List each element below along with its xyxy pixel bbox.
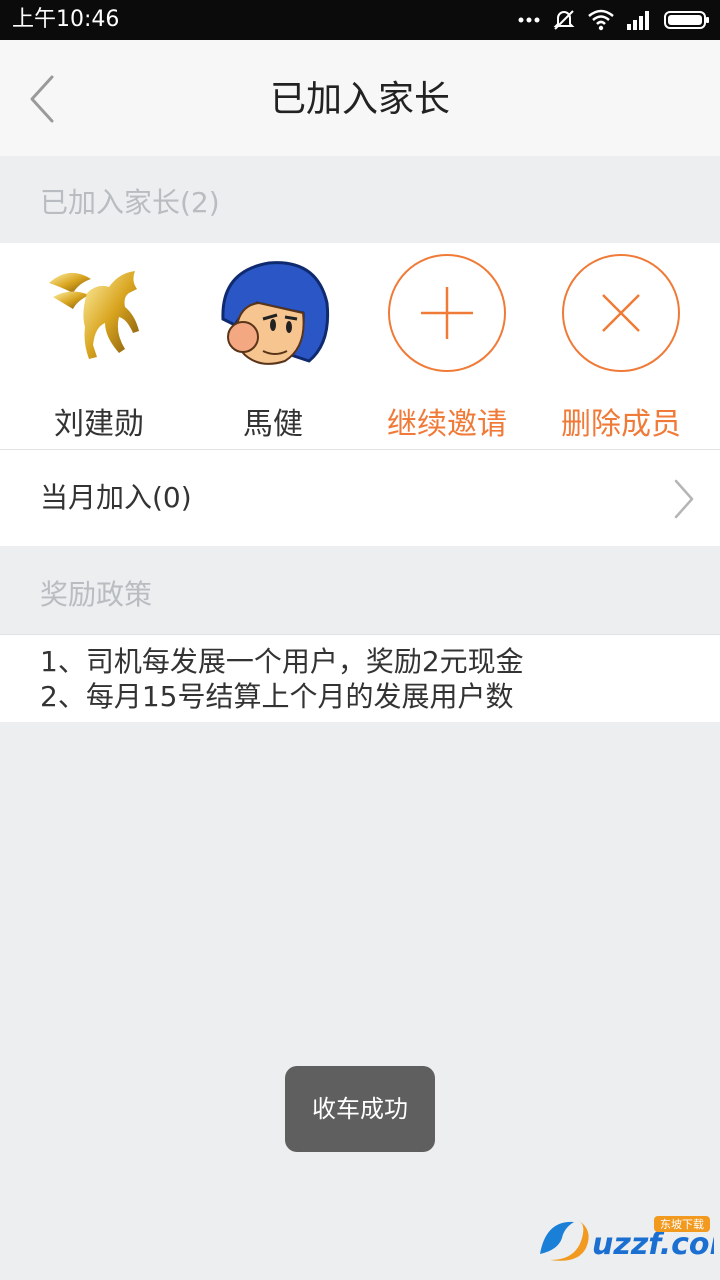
policy-line: 1、司机每发展一个用户，奖励2元现金 <box>40 645 524 678</box>
joined-this-month-label: 当月加入(0) <box>40 481 192 514</box>
svg-text:uzzf.com: uzzf.com <box>592 1227 714 1262</box>
member-item[interactable]: 馬健 <box>188 243 358 449</box>
invite-button[interactable]: 继续邀请 <box>362 243 532 449</box>
svg-text:东坡下载: 东坡下载 <box>660 1218 704 1231</box>
watermark-logo: uzzf.com 东坡下载 <box>536 1214 720 1266</box>
chevron-right-icon <box>674 479 694 519</box>
member-name: 刘建勋 <box>54 407 144 442</box>
remove-member-button[interactable]: 删除成员 <box>536 243 706 449</box>
more-dots-icon <box>518 17 540 23</box>
member-item[interactable]: 刘建勋 <box>14 243 184 449</box>
plus-circle-icon <box>387 253 507 373</box>
members-grid: 刘建勋 馬健 继续邀请 删除成员 <box>0 243 720 449</box>
policy-line: 2、每月15号结算上个月的发展用户数 <box>40 680 514 713</box>
toast-message: 收车成功 <box>285 1066 435 1152</box>
joined-this-month-row[interactable]: 当月加入(0) <box>0 450 720 546</box>
battery-icon <box>664 11 709 29</box>
close-circle-icon <box>561 253 681 373</box>
cartoon-face-avatar <box>213 253 333 373</box>
status-icons <box>518 0 710 40</box>
status-bar: 上午10:46 <box>0 0 720 40</box>
status-time: 上午10:46 <box>12 7 120 32</box>
page-title: 已加入家长 <box>269 79 450 120</box>
policy-section-title: 奖励政策 <box>40 578 153 611</box>
joined-section-title: 已加入家长(2) <box>40 186 220 219</box>
mute-icon <box>553 10 575 30</box>
member-name: 馬健 <box>243 407 303 442</box>
remove-member-label: 删除成员 <box>561 407 681 442</box>
title-bar: 已加入家长 <box>0 40 720 156</box>
pegasus-avatar <box>39 253 159 373</box>
signal-icon <box>627 11 649 30</box>
policy-content: 1、司机每发展一个用户，奖励2元现金 2、每月15号结算上个月的发展用户数 <box>0 635 720 722</box>
wifi-icon <box>588 9 614 31</box>
invite-label: 继续邀请 <box>387 407 507 442</box>
